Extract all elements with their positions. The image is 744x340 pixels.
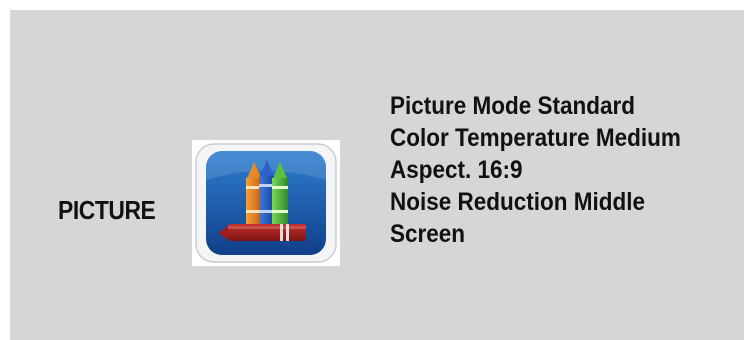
aspect-item[interactable]: Aspect. 16:9 <box>390 154 681 186</box>
screen-item[interactable]: Screen <box>390 218 681 250</box>
noise-reduction-item[interactable]: Noise Reduction Middle <box>390 186 681 218</box>
menu-title: PICTURE <box>58 195 156 225</box>
picture-settings-list: Picture Mode Standard Color Temperature … <box>390 90 681 250</box>
picture-mode-item[interactable]: Picture Mode Standard <box>390 90 681 122</box>
red-crayon <box>218 224 306 241</box>
picture-icon-tile[interactable] <box>192 140 340 266</box>
crayons-icon <box>195 143 337 263</box>
picture-menu-panel: PICTURE Picture Mode Standard Color Temp… <box>10 10 744 340</box>
color-temperature-item[interactable]: Color Temperature Medium <box>390 122 681 154</box>
